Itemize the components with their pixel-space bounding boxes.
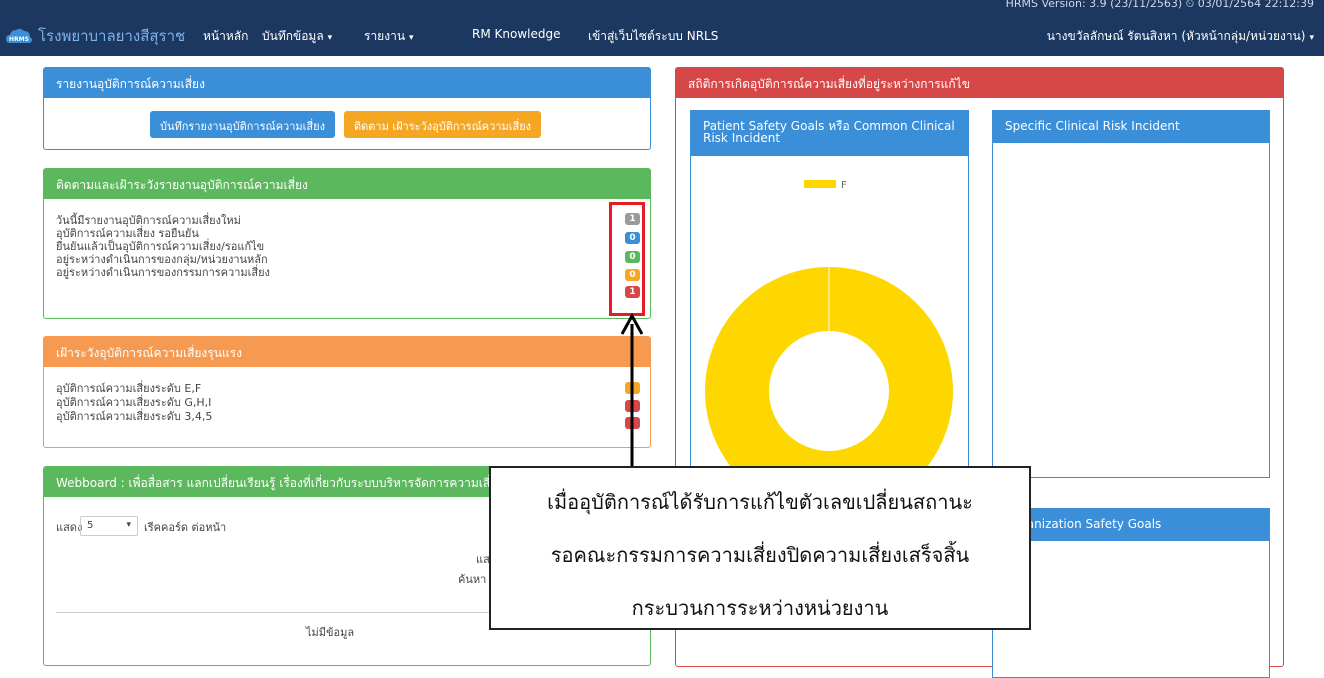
logo-text: HRMS [9,36,29,43]
org-safety-title: Organization Safety Goals [993,509,1269,541]
version-text: HRMS Version: 3.9 (23/11/2563) ⏲ 03/01/2… [1005,0,1314,9]
nav-report[interactable]: รายงาน ▾ [364,27,414,46]
chevron-down-icon: ▾ [126,520,131,530]
page-size-select[interactable]: 5 ▾ [80,516,138,536]
user-menu[interactable]: นางขวัลลักษณ์ รัตนสิงหา (หัวหน้ากลุ่ม/หน… [1047,27,1314,46]
nav-record-data[interactable]: บันทึกข้อมูล ▾ [262,27,332,46]
top-navbar: HRMS Version: 3.9 (23/11/2563) ⏲ 03/01/2… [0,0,1324,56]
tracking-panel: ติดตามและเฝ้าระวังรายงานอุบัติการณ์ความเ… [43,168,651,319]
chevron-down-icon: ▾ [327,33,333,43]
report-panel-title: รายงานอุบัติการณ์ความเสี่ยง [44,68,650,98]
empty-table-message: ไม่มีข้อมูล [306,626,355,639]
specific-risk-title: Specific Clinical Risk Incident [993,111,1269,143]
monitor-incident-button[interactable]: ติดตาม เฝ้าระวังอุบัติการณ์ความเสี่ยง [344,111,542,138]
specific-risk-panel: Specific Clinical Risk Incident [992,110,1270,478]
tracking-panel-title: ติดตามและเฝ้าระวังรายงานอุบัติการณ์ความเ… [44,169,650,199]
severe-row-ghi: อุบัติการณ์ความเสี่ยงระดับ G,H,I [56,396,212,409]
legend-label-F: F [841,180,847,191]
chevron-down-icon: ▾ [409,33,414,43]
nav-rm-knowledge[interactable]: RM Knowledge [472,27,560,41]
badge-highlight-box [609,202,645,316]
annotation-line-3: กระบวนการระหว่างหน่วยงาน [631,596,889,620]
hospital-name-link[interactable]: โรงพยาบาลยางสีสุราช [38,24,185,48]
legend-swatch-F[interactable] [804,180,836,188]
nav-nrls-link[interactable]: เข้าสู่เว็บไซต์ระบบ NRLS [588,27,718,46]
chevron-down-icon: ▾ [1309,33,1314,43]
records-per-page-label: เรีคคอร์ด ต่อหน้า [144,521,227,534]
search-label: ค้นหา [458,573,487,586]
severe-row-ef: อุบัติการณ์ความเสี่ยงระดับ E,F [56,382,202,395]
hrms-logo-icon: HRMS [6,28,32,43]
annotation-line-1: เมื่ออุบัติการณ์ได้รับการแก้ไขตัวเลขเปลี… [547,490,973,514]
show-label: แสดง [56,521,83,534]
tracking-row-in-progress-committee: อยู่ระหว่างดำเนินการของกรรมการความเสี่ยง [56,266,270,279]
severe-row-345: อุบัติการณ์ความเสี่ยงระดับ 3,4,5 [56,410,213,423]
tracking-row-new-today: วันนี้มีรายงานอุบัติการณ์ความเสี่ยงใหม่ [56,214,241,227]
org-safety-panel: Organization Safety Goals [992,508,1270,678]
tracking-row-in-progress-unit: อยู่ระหว่างดำเนินการของกลุ่ม/หน่วยงานหลั… [56,253,268,266]
report-panel: รายงานอุบัติการณ์ความเสี่ยง บันทึกรายงาน… [43,67,651,150]
tracking-row-pending-confirm: อุบัติการณ์ความเสี่ยง รอยืนยัน [56,227,199,240]
tracking-row-confirmed: ยืนยันแล้วเป็นอุบัติการณ์ความเสี่ยง/รอแก… [56,240,265,253]
nav-home[interactable]: หน้าหลัก [203,27,248,46]
statistics-panel-title: สถิติการเกิดอุบัติการณ์ความเสี่ยงที่อยู่… [676,68,1283,98]
info-text-partial: แส [476,553,490,566]
severe-panel-title: เฝ้าระวังอุบัติการณ์ความเสี่ยงรุนแรง [44,337,650,367]
record-incident-button[interactable]: บันทึกรายงานอุบัติการณ์ความเสี่ยง [150,111,335,138]
annotation-callout: เมื่ออุบัติการณ์ได้รับการแก้ไขตัวเลขเปลี… [489,466,1031,630]
annotation-arrow [620,312,644,468]
annotation-line-2: รอคณะกรรมการความเสี่ยงปิดความเสี่ยงเสร็จ… [550,543,970,567]
severe-incident-panel: เฝ้าระวังอุบัติการณ์ความเสี่ยงรุนแรง อุบ… [43,336,651,448]
psg-chart-title: Patient Safety Goals หรือ Common Clinica… [691,111,968,156]
